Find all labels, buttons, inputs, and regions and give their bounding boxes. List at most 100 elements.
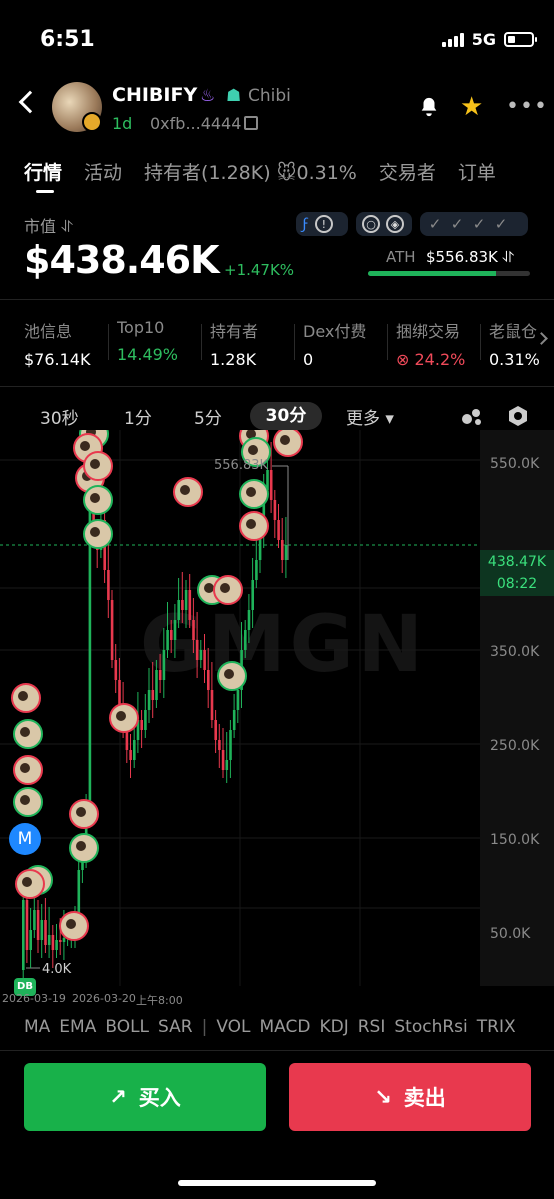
timeframe-30m[interactable]: 30分 <box>250 402 322 430</box>
indicator-ema[interactable]: EMA <box>59 1017 96 1037</box>
candle-body <box>114 660 118 680</box>
bell-icon[interactable] <box>418 96 440 118</box>
info-value: 0 <box>303 350 314 369</box>
indicator-vol[interactable]: VOL <box>216 1017 250 1037</box>
arrow-up-right-icon: ↗ <box>109 1085 127 1109</box>
timeframe-1m[interactable]: 1分 <box>124 404 152 429</box>
bubbles-icon[interactable] <box>460 404 484 428</box>
settings-hex-icon[interactable] <box>506 404 530 428</box>
token-address[interactable]: 0xfb...4444 <box>150 114 241 133</box>
info-cell[interactable]: 老鼠仓 0.31% <box>489 318 539 369</box>
candle-body <box>184 590 188 610</box>
arrow-down-right-icon: ↘ <box>374 1085 392 1109</box>
back-icon[interactable] <box>18 90 42 114</box>
candle-body <box>62 938 66 942</box>
flame-icon: ♨ <box>200 86 216 106</box>
check-icon: ✓ <box>450 215 464 233</box>
info-separator <box>480 324 481 360</box>
trader-avatar-face <box>90 459 100 469</box>
info-key: Dex付费 <box>303 322 367 341</box>
candle-body <box>133 740 136 760</box>
indicator-boll[interactable]: BOLL <box>105 1017 149 1037</box>
candle-countdown: 08:22 <box>496 576 538 592</box>
indicator-kdj[interactable]: KDJ <box>319 1017 348 1037</box>
indicator-rsi[interactable]: RSI <box>358 1017 386 1037</box>
tab-bar: 行情 活动 持有者(1.28K) 🐭0.31% 交易者 订单 <box>24 158 496 193</box>
trader-avatar-face <box>76 841 86 851</box>
trader-avatar-face <box>116 711 126 721</box>
network-label: 5G <box>471 30 496 49</box>
candle-body <box>51 935 55 950</box>
ath-progress-bar <box>368 271 530 276</box>
candle-body <box>273 500 277 520</box>
x-date-label: 2026-03-20 <box>72 992 136 1005</box>
battery-icon <box>504 32 537 47</box>
market-cap-label[interactable]: 市值 ⥯ <box>24 213 73 237</box>
market-cap-value: $438.46K <box>24 238 220 282</box>
sell-button[interactable]: ↘ 卖出 <box>289 1063 531 1131</box>
audit-checks[interactable]: ✓ ✓ ✓ ✓ <box>420 212 528 236</box>
candle-body <box>29 930 32 950</box>
timeframe-5m[interactable]: 5分 <box>194 404 222 429</box>
trader-avatar-face <box>246 487 256 497</box>
y-tick: 250.0K <box>490 738 540 754</box>
info-cell[interactable]: 持有者 1.28K <box>210 318 294 369</box>
flag-pill[interactable]: ϝ ! <box>296 212 348 236</box>
status-indicators: 5G <box>441 30 537 49</box>
indicator-trix[interactable]: TRIX <box>477 1017 516 1037</box>
sell-label: 卖出 <box>403 1086 446 1110</box>
indicator-stochrsi[interactable]: StochRsi <box>394 1017 467 1037</box>
signal-icon <box>441 32 464 47</box>
candle-body <box>144 710 147 730</box>
trader-avatar-face <box>22 877 32 887</box>
candle-body <box>251 580 254 610</box>
current-price-tag: 438.47K 08:22 <box>480 550 554 596</box>
candle-body <box>203 650 206 670</box>
indicator-macd[interactable]: MACD <box>260 1017 311 1037</box>
info-key: 捆绑交易 <box>396 322 461 341</box>
candle-body <box>218 740 221 750</box>
info-separator <box>201 324 202 360</box>
tab-traders[interactable]: 交易者 <box>379 158 436 185</box>
trader-avatar-face <box>90 527 100 537</box>
trader-avatar-face <box>224 669 234 679</box>
ath-label: ATH <box>386 248 416 266</box>
m-badge[interactable]: M <box>9 823 41 855</box>
candle-body <box>140 720 143 730</box>
indicator-ma[interactable]: MA <box>24 1017 50 1037</box>
ath-value[interactable]: $556.83K ⥯ <box>426 248 514 266</box>
star-icon[interactable]: ★ <box>460 92 483 122</box>
x-date-label: 上午8:00 <box>136 994 183 1007</box>
trader-avatar-face <box>90 493 100 503</box>
trader-avatar-face <box>20 795 30 805</box>
indicator-sar[interactable]: SAR <box>158 1017 193 1037</box>
tab-holders[interactable]: 持有者(1.28K) 🐭0.31% <box>144 158 357 185</box>
candle-body <box>277 520 280 540</box>
candle-body <box>162 650 166 680</box>
tab-orders[interactable]: 订单 <box>458 158 496 185</box>
search-pill[interactable]: ○ ◈ <box>356 212 412 236</box>
tab-market[interactable]: 行情 <box>24 158 62 193</box>
candle-body <box>155 670 158 700</box>
buy-button[interactable]: ↗ 买入 <box>24 1063 266 1131</box>
price-chart[interactable] <box>0 430 554 1010</box>
info-cell[interactable]: 池信息 $76.14K <box>24 318 108 369</box>
candle-body <box>247 610 251 630</box>
check-icon: ✓ <box>428 215 442 233</box>
copy-icon[interactable] <box>244 116 258 130</box>
info-cell[interactable]: Top10 14.49% <box>117 318 201 369</box>
timeframe-30s[interactable]: 30秒 <box>40 404 79 429</box>
bsc-badge-icon <box>82 112 102 132</box>
candle-body <box>147 690 151 710</box>
more-icon[interactable]: ••• <box>506 94 548 119</box>
candle-body <box>125 730 129 750</box>
candle-body <box>225 760 229 770</box>
trader-avatar-face <box>248 445 258 455</box>
info-cell[interactable]: 捆绑交易 ⊗ 24.2% <box>396 318 480 369</box>
timeframe-more[interactable]: 更多 ▾ <box>346 404 394 429</box>
market-cap-change: +1.47K% <box>224 261 295 279</box>
candle-body <box>158 670 162 680</box>
indicator-separator: | <box>201 1017 208 1037</box>
tab-activity[interactable]: 活动 <box>84 158 122 185</box>
info-cell[interactable]: Dex付费 0 <box>303 318 387 369</box>
